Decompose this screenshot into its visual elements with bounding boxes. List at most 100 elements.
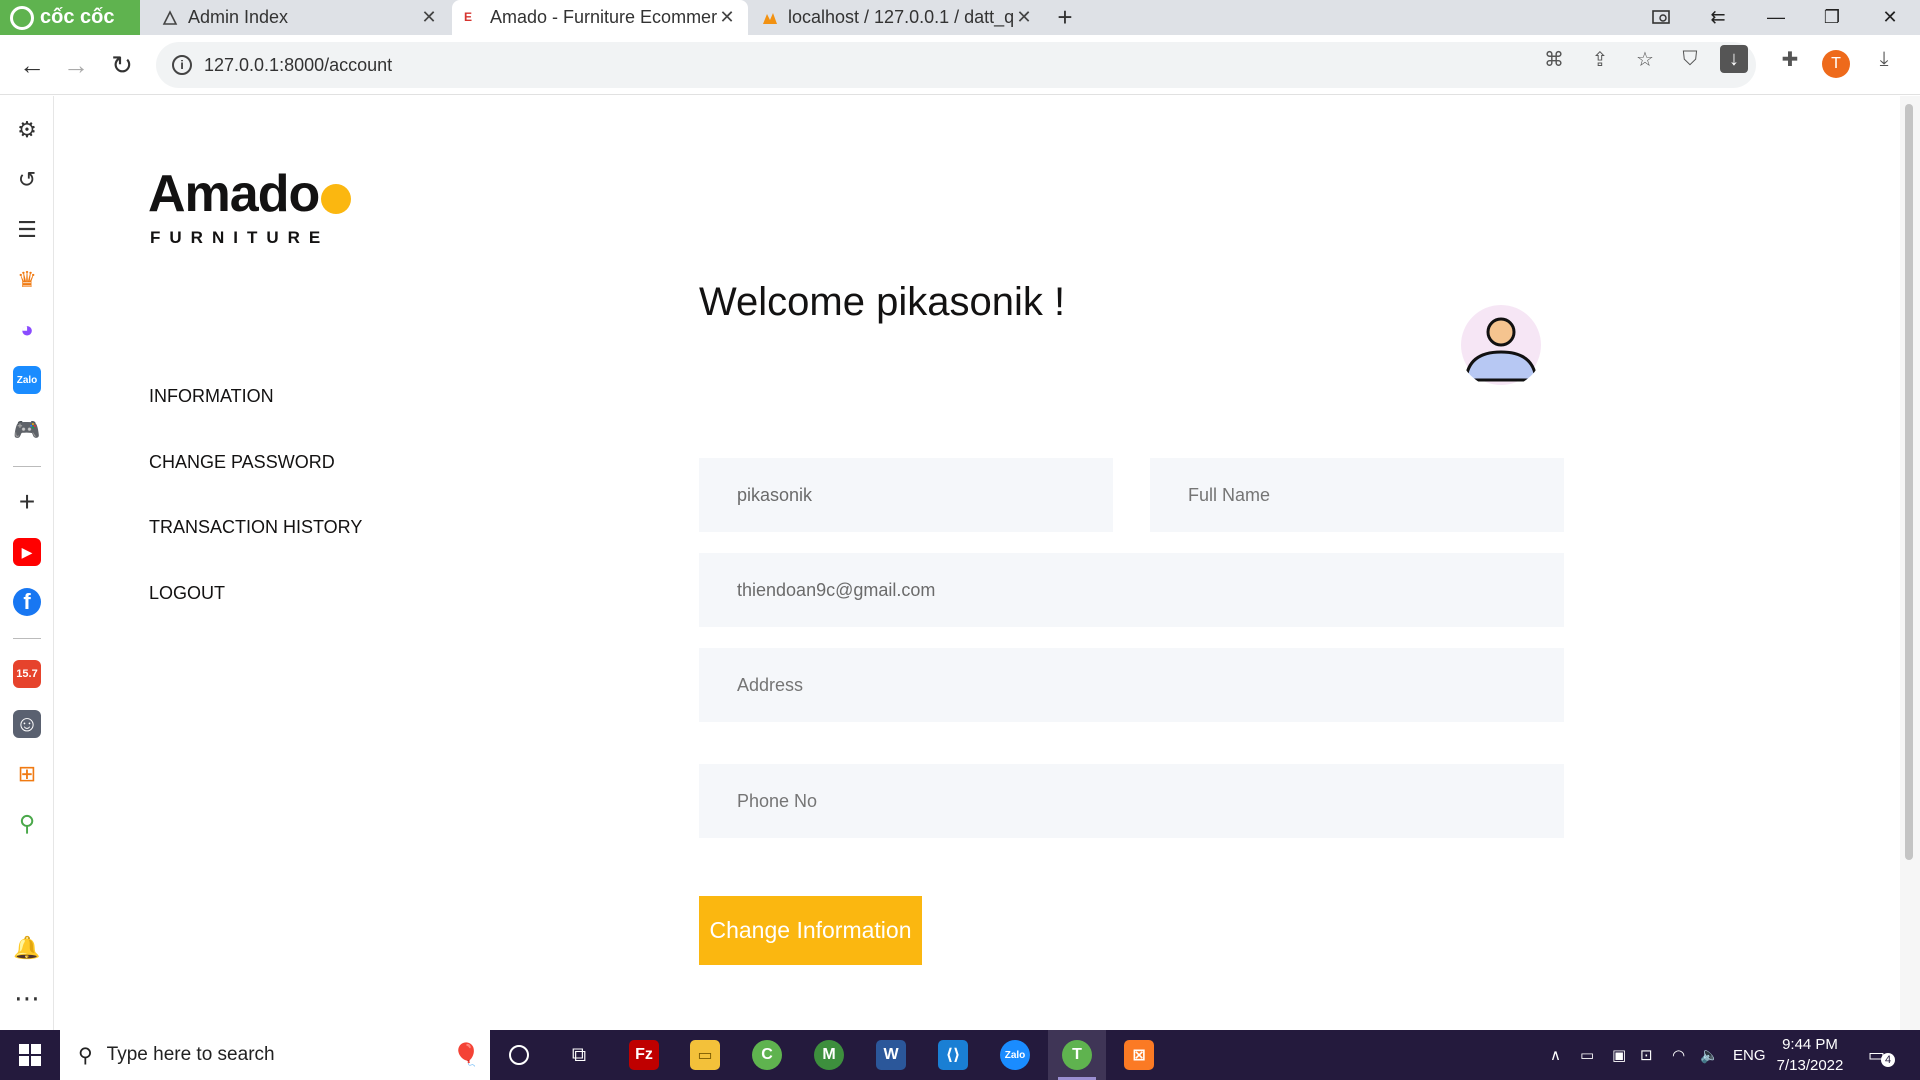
profile-avatar[interactable]: T [1822, 50, 1850, 78]
add-shortcut-icon[interactable]: + [13, 486, 41, 517]
task-view-icon[interactable]: ⧉ [550, 1030, 608, 1080]
tab-close-icon[interactable]: ✕ [420, 7, 438, 28]
download-page-icon[interactable]: ↓ [1720, 45, 1748, 73]
menu-information[interactable]: INFORMATION [149, 386, 274, 407]
change-information-button[interactable]: Change Information [699, 896, 922, 965]
fullname-input[interactable] [1188, 458, 1564, 532]
user-avatar-icon[interactable] [1458, 302, 1544, 388]
reload-icon[interactable]: ↻ [104, 47, 140, 83]
word-icon[interactable]: W [862, 1030, 920, 1080]
scrollbar-thumb[interactable] [1905, 104, 1913, 860]
menu-logout[interactable]: LOGOUT [149, 583, 225, 604]
username-field[interactable] [699, 458, 1113, 532]
tab-search-icon[interactable] [1634, 0, 1690, 35]
url-text: 127.0.0.1:8000/account [204, 54, 393, 75]
phone-field[interactable] [699, 764, 1564, 838]
battery-icon[interactable]: ▭ [1580, 1030, 1594, 1080]
coccoc-active-icon[interactable]: T [1048, 1030, 1106, 1080]
file-explorer-icon[interactable]: ▭ [676, 1030, 734, 1080]
downloads-icon[interactable]: ⤓ [1870, 45, 1898, 73]
logo-dot-icon [321, 184, 352, 214]
address-input[interactable] [737, 648, 1564, 722]
admin-favicon-icon [162, 9, 178, 25]
tab-phpmyadmin[interactable]: localhost / 127.0.0.1 / datt_qu ✕ [750, 0, 1045, 35]
email-field[interactable] [699, 553, 1564, 627]
coccoc-logo-icon [10, 5, 34, 30]
browser-brand[interactable]: cốc cốc [0, 0, 140, 35]
tab-admin-index[interactable]: Admin Index ✕ [150, 0, 450, 35]
search-highlight-balloons-icon: 🎈 [452, 1042, 480, 1067]
menu-transaction-history[interactable]: TRANSACTION HISTORY [149, 517, 362, 538]
amado-favicon-icon: E [464, 9, 473, 24]
crown-icon[interactable]: ♛ [13, 266, 41, 294]
youtube-icon[interactable]: ▶ [13, 538, 41, 566]
tab-close-icon[interactable]: ✕ [718, 7, 736, 28]
input-language[interactable]: ENG [1733, 1030, 1766, 1080]
fullname-field[interactable] [1150, 458, 1564, 532]
shopping-bag-icon[interactable]: 15.7 [13, 660, 41, 688]
coccoc-icon[interactable]: C [738, 1030, 796, 1080]
browser-sidebar: ⚙ ↺ ☰ ♛ ◕ Zalo 🎮 + ▶ f 15.7 ☺ ⊞ ⚲ 🔔 ⋯ [0, 96, 54, 1030]
clock-time: 9:44 PM [1782, 1036, 1838, 1053]
clock-date: 7/13/2022 [1776, 1057, 1844, 1074]
taskbar-clock[interactable]: 9:44 PM 7/13/2022 [1765, 1034, 1855, 1076]
back-arrow-icon[interactable]: ← [14, 47, 50, 83]
meet-now-icon[interactable]: ▣ [1612, 1030, 1626, 1080]
coccoc-m-icon[interactable]: M [800, 1030, 858, 1080]
search-icon: ⚲ [78, 1044, 93, 1067]
share-icon[interactable]: ⇪ [1586, 45, 1614, 73]
browser-toolbar: ← → ↻ i 127.0.0.1:8000/account ⌘ ⇪ ☆ ⛉ ↓… [0, 35, 1920, 95]
new-tab-button[interactable]: + [1053, 0, 1077, 35]
bookmark-star-icon[interactable]: ☆ [1631, 45, 1659, 73]
volume-icon[interactable]: 🔈 [1700, 1030, 1719, 1080]
tab-close-icon[interactable]: ✕ [1015, 7, 1033, 28]
messenger-icon[interactable]: ◕ [13, 316, 41, 344]
sidebar-divider [13, 638, 41, 639]
settings-gear-icon[interactable]: ⚙ [13, 116, 41, 144]
action-center-icon[interactable]: ▭ 4 [1868, 1030, 1896, 1080]
coccoc-map-icon[interactable]: ⚲ [13, 810, 41, 838]
user-photo-icon[interactable]: ☺ [13, 710, 41, 738]
tab-amado[interactable]: E Amado - Furniture Ecommerce ✕ [452, 0, 748, 35]
zalo-icon[interactable]: Zalo [13, 366, 41, 394]
close-window-button[interactable]: ✕ [1862, 0, 1918, 35]
history-icon[interactable]: ↺ [13, 166, 41, 194]
translate-icon[interactable]: ⌘ [1540, 45, 1568, 73]
forward-arrow-icon[interactable]: → [58, 47, 94, 83]
phpmyadmin-favicon-icon [763, 12, 777, 24]
facebook-icon[interactable]: f [13, 588, 41, 616]
extensions-puzzle-icon[interactable]: ✚ [1776, 45, 1804, 73]
restore-button[interactable]: ❐ [1804, 0, 1860, 35]
email-input[interactable] [737, 553, 1564, 627]
minimize-button[interactable]: — [1748, 0, 1804, 35]
windows-start-button[interactable] [0, 1030, 60, 1080]
reading-list-icon[interactable]: ☰ [13, 216, 41, 244]
more-options-icon[interactable]: ⋯ [13, 983, 41, 1013]
username-input[interactable] [737, 458, 1113, 532]
vscode-icon[interactable]: ⟨⟩ [924, 1030, 982, 1080]
site-logo[interactable]: Amado FURNITURE [148, 164, 352, 248]
notification-bell-icon[interactable]: 🔔 [13, 934, 41, 962]
shield-icon[interactable]: ⛉ [1676, 45, 1704, 73]
network-display-icon[interactable]: ⊡ [1640, 1030, 1653, 1080]
filezilla-icon[interactable]: Fz [615, 1030, 673, 1080]
address-field[interactable] [699, 648, 1564, 722]
show-hidden-icons[interactable]: ∧ [1550, 1030, 1561, 1080]
address-bar[interactable]: i 127.0.0.1:8000/account [156, 42, 1756, 88]
tab-label: Amado - Furniture Ecommerce [490, 7, 718, 27]
site-info-icon[interactable]: i [172, 55, 192, 75]
taskbar-search-placeholder: Type here to search [106, 1044, 275, 1065]
phone-input[interactable] [737, 764, 1564, 838]
taskbar-search[interactable]: ⚲ Type here to search 🎈 [60, 1030, 490, 1080]
menu-change-password[interactable]: CHANGE PASSWORD [149, 452, 335, 473]
gamepad-icon[interactable]: 🎮 [13, 416, 41, 444]
cart-icon[interactable]: ⊞ [13, 760, 41, 788]
sidebar-divider [13, 466, 41, 467]
cortana-icon[interactable] [490, 1030, 548, 1080]
zalo-taskbar-icon[interactable]: Zalo [986, 1030, 1044, 1080]
back-history-icon[interactable]: ⇇ [1690, 0, 1746, 35]
windows-taskbar: ⚲ Type here to search 🎈 ⧉ Fz ▭ C M W ⟨⟩ … [0, 1030, 1920, 1080]
xampp-icon[interactable]: ⊠ [1110, 1030, 1168, 1080]
wifi-icon[interactable]: ◠ [1672, 1030, 1685, 1080]
browser-brand-label: cốc cốc [40, 6, 115, 28]
